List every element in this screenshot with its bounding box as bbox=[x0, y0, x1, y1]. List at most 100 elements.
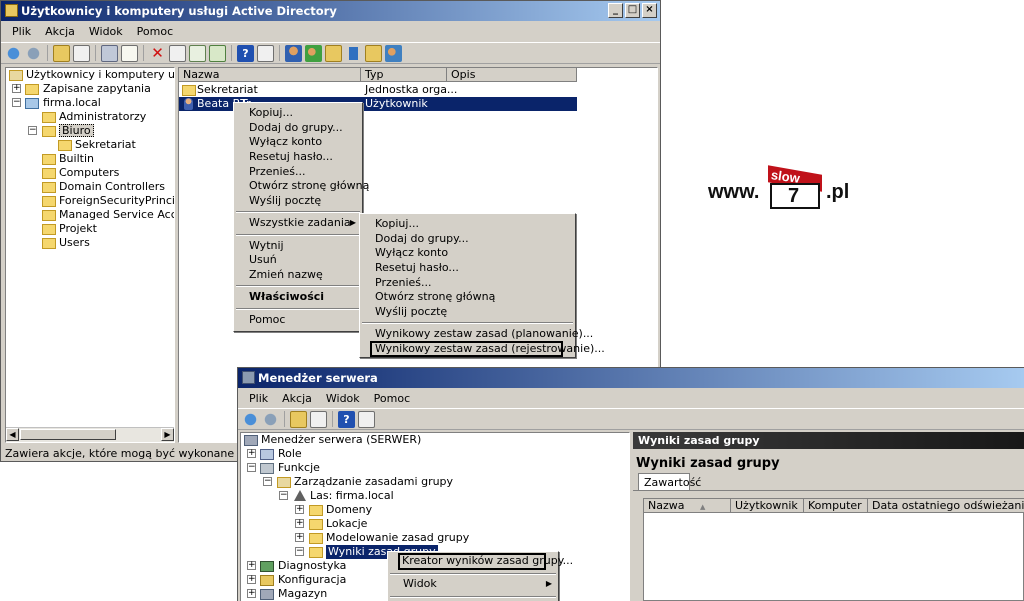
show-tree-icon[interactable] bbox=[73, 44, 90, 62]
refresh-icon[interactable] bbox=[189, 44, 206, 62]
back-icon[interactable] bbox=[5, 44, 22, 62]
sm-menu-plik[interactable]: Plik bbox=[242, 392, 275, 405]
expand-icon[interactable]: + bbox=[247, 575, 256, 584]
collapse-icon[interactable]: − bbox=[12, 98, 21, 107]
menu-akcja[interactable]: Akcja bbox=[38, 25, 82, 38]
column-nazwa[interactable]: Nazwa bbox=[179, 68, 361, 82]
export-icon[interactable] bbox=[209, 44, 226, 62]
list-row[interactable]: Sekretariat Jednostka orga... bbox=[179, 83, 577, 97]
folder-icon bbox=[309, 505, 323, 516]
ad-menu-bar: Plik Akcja Widok Pomoc bbox=[1, 22, 660, 41]
column-komputer[interactable]: Komputer bbox=[804, 499, 868, 513]
scroll-right-icon[interactable]: ▶ bbox=[161, 428, 174, 441]
add-to-group-icon[interactable] bbox=[385, 44, 402, 62]
menu-item-przenies[interactable]: Przenieś... bbox=[234, 165, 362, 179]
forward-icon[interactable] bbox=[262, 410, 279, 428]
sort-ascending-icon: ▲ bbox=[699, 503, 706, 511]
ad-tree-pane: Użytkownicy i komputery usługi Act + Zap… bbox=[5, 67, 175, 443]
folder-icon bbox=[42, 168, 56, 179]
menu-pomoc[interactable]: Pomoc bbox=[130, 25, 180, 38]
minimize-button[interactable]: _ bbox=[608, 3, 623, 18]
properties-icon[interactable] bbox=[169, 44, 186, 62]
back-icon[interactable] bbox=[242, 410, 259, 428]
ad-title-bar[interactable]: Użytkownicy i komputery usługi Active Di… bbox=[1, 1, 660, 21]
forward-icon[interactable] bbox=[25, 44, 42, 62]
menu-item-widok[interactable]: Widok ▶ bbox=[388, 577, 558, 591]
folder-icon bbox=[42, 238, 56, 249]
cut-icon[interactable] bbox=[101, 44, 118, 62]
close-button[interactable]: × bbox=[642, 3, 657, 18]
menu-item-kopiuj[interactable]: Kopiuj... bbox=[234, 106, 362, 120]
storage-icon bbox=[260, 589, 274, 600]
tab-zawartosc[interactable]: Zawartość bbox=[638, 473, 701, 491]
delete-icon[interactable]: ✕ bbox=[149, 44, 166, 62]
menu-widok[interactable]: Widok bbox=[82, 25, 130, 38]
menu-plik[interactable]: Plik bbox=[5, 25, 38, 38]
menu-item-wytnij[interactable]: Wytnij bbox=[234, 239, 362, 253]
submenu-item-wyslij-poczte[interactable]: Wyślij pocztę bbox=[360, 305, 575, 319]
menu-item-otworz-strone[interactable]: Otwórz stronę główną bbox=[234, 179, 369, 193]
collapse-icon[interactable]: − bbox=[295, 547, 304, 556]
show-tree-icon[interactable] bbox=[310, 410, 327, 428]
menu-item-wszystkie-zadania[interactable]: Wszystkie zadania ▶ bbox=[234, 216, 362, 230]
expand-icon[interactable]: + bbox=[12, 84, 21, 93]
logo-suffix: .pl bbox=[826, 181, 850, 203]
expand-icon[interactable]: + bbox=[295, 533, 304, 542]
column-nazwa[interactable]: Nazwa ▲ bbox=[644, 499, 731, 513]
filter-icon[interactable] bbox=[345, 44, 362, 62]
expand-icon[interactable]: + bbox=[247, 449, 256, 458]
find-icon[interactable] bbox=[365, 44, 382, 62]
collapse-icon[interactable]: − bbox=[28, 126, 37, 135]
console-icon[interactable] bbox=[257, 44, 274, 62]
help-icon[interactable]: ? bbox=[338, 410, 355, 428]
collapse-icon[interactable]: − bbox=[247, 463, 256, 472]
submenu-item-resetuj-haslo[interactable]: Resetuj hasło... bbox=[360, 261, 575, 275]
submenu-item-wylacz-konto[interactable]: Wyłącz konto bbox=[360, 246, 575, 260]
console-icon[interactable] bbox=[358, 410, 375, 428]
tree-label: Managed Service Accounts bbox=[59, 208, 174, 221]
menu-separator bbox=[390, 573, 556, 575]
menu-item-usun[interactable]: Usuń bbox=[234, 253, 362, 267]
column-opis[interactable]: Opis bbox=[447, 68, 577, 82]
menu-item-resetuj-haslo[interactable]: Resetuj hasło... bbox=[234, 150, 362, 164]
submenu-item-otworz-strone[interactable]: Otwórz stronę główną bbox=[360, 290, 575, 304]
scroll-left-icon[interactable]: ◀ bbox=[6, 428, 19, 441]
help-icon[interactable]: ? bbox=[237, 44, 254, 62]
menu-item-kreator[interactable]: Kreator wyników zasad grupy... bbox=[398, 553, 573, 570]
menu-item-wyslij-poczte[interactable]: Wyślij pocztę bbox=[234, 194, 362, 208]
expand-icon[interactable]: + bbox=[295, 519, 304, 528]
submenu-item-przenies[interactable]: Przenieś... bbox=[360, 276, 575, 290]
new-group-icon[interactable] bbox=[305, 44, 322, 62]
expand-icon[interactable]: + bbox=[295, 505, 304, 514]
sm-menu-widok[interactable]: Widok bbox=[319, 392, 367, 405]
up-folder-icon[interactable] bbox=[290, 410, 307, 428]
menu-separator bbox=[236, 308, 360, 310]
menu-item-wlasciwosci[interactable]: Właściwości bbox=[234, 290, 362, 304]
submenu-arrow-icon: ▶ bbox=[349, 218, 356, 227]
menu-item-wylacz-konto[interactable]: Wyłącz konto bbox=[234, 135, 362, 149]
collapse-icon[interactable]: − bbox=[279, 491, 288, 500]
expand-icon[interactable]: + bbox=[247, 589, 256, 598]
menu-item-dodaj-do-grupy[interactable]: Dodaj do grupy... bbox=[234, 121, 362, 135]
submenu-item-rsop-logging[interactable]: Wynikowy zestaw zasad (rejestrowanie)... bbox=[370, 341, 605, 357]
new-user-icon[interactable] bbox=[285, 44, 302, 62]
menu-item-zmien-nazwe[interactable]: Zmień nazwę bbox=[234, 268, 362, 282]
maximize-button[interactable]: □ bbox=[625, 3, 640, 18]
up-folder-icon[interactable] bbox=[53, 44, 70, 62]
horizontal-scrollbar[interactable]: ◀ ▶ bbox=[6, 427, 174, 442]
new-ou-icon[interactable] bbox=[325, 44, 342, 62]
sm-title-bar[interactable]: Menedżer serwera bbox=[238, 368, 1024, 388]
column-typ[interactable]: Typ bbox=[361, 68, 447, 82]
submenu-item-kopiuj[interactable]: Kopiuj... bbox=[360, 217, 575, 231]
column-data-odswiezania[interactable]: Data ostatniego odświeżania bbox=[868, 499, 1024, 513]
sm-menu-pomoc[interactable]: Pomoc bbox=[367, 392, 417, 405]
menu-item-pomoc[interactable]: Pomoc bbox=[234, 313, 362, 327]
copy-icon[interactable] bbox=[121, 44, 138, 62]
sm-menu-akcja[interactable]: Akcja bbox=[275, 392, 319, 405]
collapse-icon[interactable]: − bbox=[263, 477, 272, 486]
expand-icon[interactable]: + bbox=[247, 561, 256, 570]
submenu-item-rsop-planning[interactable]: Wynikowy zestaw zasad (planowanie)... bbox=[360, 327, 593, 341]
scroll-thumb[interactable] bbox=[20, 429, 116, 440]
column-uzytkownik[interactable]: Użytkownik bbox=[731, 499, 804, 513]
submenu-item-dodaj-do-grupy[interactable]: Dodaj do grupy... bbox=[360, 232, 575, 246]
